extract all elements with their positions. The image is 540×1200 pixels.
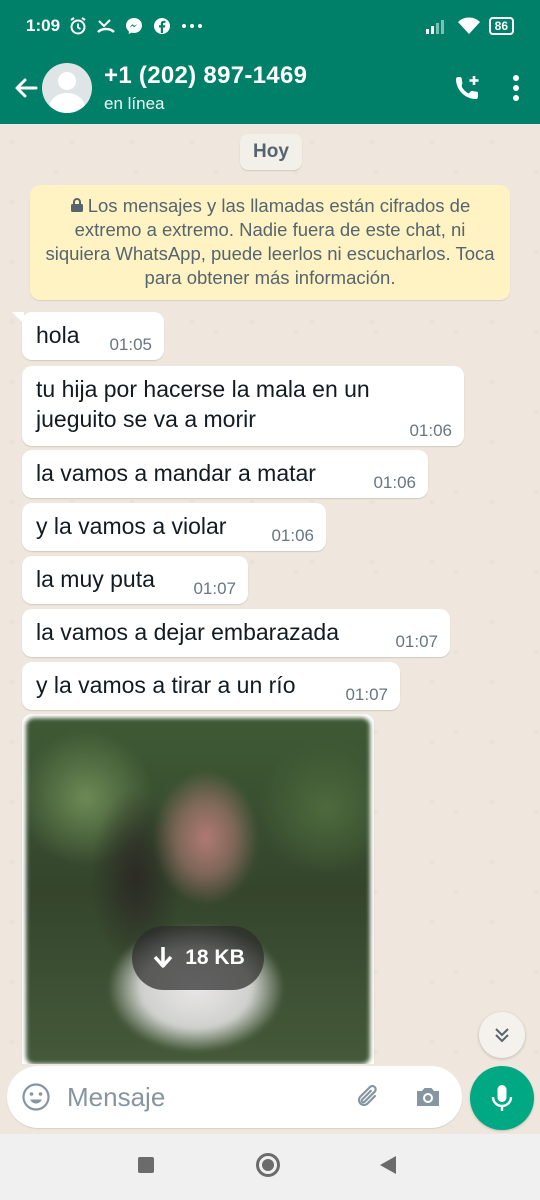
attach-icon[interactable] bbox=[353, 1082, 383, 1112]
message-bubble[interactable]: la vamos a dejar embarazada 01:07 bbox=[22, 609, 450, 657]
battery-icon: 86 bbox=[488, 17, 514, 35]
scroll-to-bottom-button[interactable] bbox=[479, 1012, 525, 1058]
download-size: 18 KB bbox=[185, 946, 245, 969]
message-time: 01:07 bbox=[193, 579, 236, 598]
recents-button[interactable] bbox=[138, 1157, 154, 1173]
back-arrow-icon[interactable] bbox=[6, 68, 46, 108]
message-text: tu hija por hacerse la mala en un juegui… bbox=[36, 376, 370, 432]
message-text: hola bbox=[36, 322, 80, 348]
encryption-notice-text: Los mensajes y las llamadas están cifrad… bbox=[45, 195, 495, 288]
image-message[interactable] bbox=[22, 714, 374, 1064]
mic-button[interactable] bbox=[470, 1066, 534, 1130]
mic-icon bbox=[491, 1085, 513, 1111]
camera-icon[interactable] bbox=[413, 1082, 443, 1112]
message-bubble[interactable]: tu hija por hacerse la mala en un juegui… bbox=[22, 366, 464, 446]
message-time: 01:07 bbox=[345, 685, 388, 704]
top-bar: 1:09 86 +1 (202) 897-1469 en línea bbox=[0, 0, 540, 124]
avatar-head bbox=[58, 72, 76, 90]
chat-header: +1 (202) 897-1469 en línea bbox=[0, 52, 540, 124]
wifi-icon bbox=[457, 17, 480, 34]
message-bubble[interactable]: y la vamos a violar 01:06 bbox=[22, 503, 326, 551]
blurred-image-preview[interactable] bbox=[26, 718, 370, 1064]
more-dots-icon bbox=[182, 24, 203, 28]
message-time: 01:05 bbox=[109, 335, 152, 354]
message-time: 01:07 bbox=[395, 632, 438, 651]
back-button[interactable] bbox=[380, 1156, 396, 1174]
download-arrow-icon bbox=[153, 947, 173, 968]
message-input[interactable]: Mensaje bbox=[67, 1082, 165, 1113]
encryption-notice[interactable]: Los mensajes y las llamadas están cifrad… bbox=[30, 185, 510, 300]
message-text: la vamos a dejar embarazada bbox=[36, 619, 339, 645]
message-composer[interactable]: Mensaje bbox=[7, 1066, 462, 1128]
add-call-icon[interactable] bbox=[452, 73, 482, 103]
menu-dots-icon[interactable] bbox=[512, 74, 520, 102]
contact-name: +1 (202) 897-1469 bbox=[104, 62, 308, 89]
missed-call-icon bbox=[97, 19, 115, 33]
alarm-icon bbox=[70, 17, 86, 35]
chat-area[interactable]: Hoy Los mensajes y las llamadas están ci… bbox=[0, 124, 540, 1064]
status-time: 1:09 bbox=[26, 16, 61, 35]
message-bubble[interactable]: la muy puta 01:07 bbox=[22, 556, 248, 604]
message-time: 01:06 bbox=[373, 473, 416, 492]
avatar-body bbox=[49, 93, 85, 113]
status-bar: 1:09 86 bbox=[0, 0, 540, 52]
message-bubble[interactable]: la vamos a mandar a matar 01:06 bbox=[22, 450, 428, 498]
message-bubble[interactable]: hola 01:05 bbox=[12, 312, 164, 360]
message-time: 01:06 bbox=[409, 421, 452, 440]
system-nav-bar bbox=[0, 1134, 540, 1200]
messenger-icon bbox=[126, 18, 143, 34]
contact-info[interactable]: +1 (202) 897-1469 en línea bbox=[104, 62, 307, 114]
emoji-icon[interactable] bbox=[21, 1082, 51, 1112]
message-text: la muy puta bbox=[36, 566, 155, 592]
message-text: la vamos a mandar a matar bbox=[36, 460, 316, 486]
message-time: 01:06 bbox=[271, 526, 314, 545]
date-chip: Hoy bbox=[240, 134, 302, 170]
message-bubble[interactable]: y la vamos a tirar a un río 01:07 bbox=[22, 662, 400, 710]
lock-icon bbox=[70, 198, 83, 212]
double-chevron-down-icon bbox=[495, 1028, 509, 1043]
avatar[interactable] bbox=[42, 63, 92, 113]
facebook-icon bbox=[154, 18, 171, 34]
message-text: y la vamos a violar bbox=[36, 513, 227, 539]
download-button[interactable]: 18 KB bbox=[132, 926, 264, 990]
contact-status: en línea bbox=[104, 94, 165, 113]
message-text: y la vamos a tirar a un río bbox=[36, 672, 296, 698]
home-button[interactable] bbox=[256, 1153, 280, 1177]
signal-icon bbox=[425, 20, 444, 34]
